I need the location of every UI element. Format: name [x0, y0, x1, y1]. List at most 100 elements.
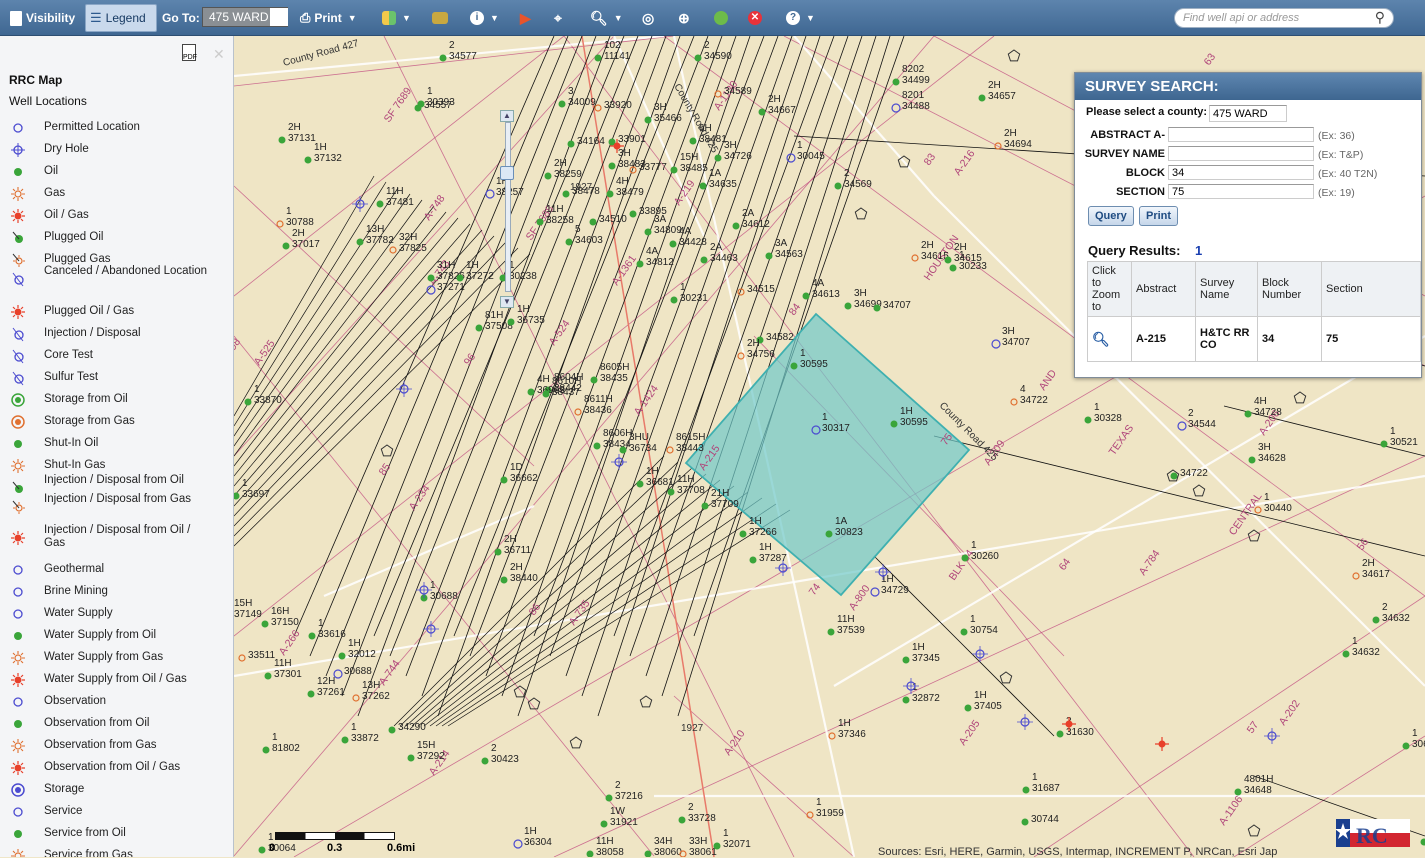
pdf-icon[interactable]: PDF	[182, 44, 196, 61]
survey-name-input[interactable]	[1168, 146, 1314, 161]
well-label-line: 34488	[902, 101, 930, 112]
locate-button[interactable]: ⊕	[674, 4, 694, 32]
basemap-button[interactable]: ▼	[378, 4, 415, 32]
print-button[interactable]: ⎙ Print ▼	[296, 4, 361, 32]
well-label-line: 30317	[822, 423, 850, 434]
well-label: 181802	[272, 732, 300, 754]
zoom-out-icon[interactable]: ▼	[500, 296, 514, 308]
oil-well-marker	[637, 261, 644, 268]
section-input[interactable]	[1168, 184, 1314, 199]
legend-item: Water Supply	[0, 606, 234, 622]
gas-well-marker	[390, 247, 396, 253]
well-label-line: 2A	[742, 208, 755, 219]
well-label-line: 34617	[1362, 569, 1390, 580]
well-label: 2H34694	[1004, 128, 1032, 150]
zoom-track[interactable]	[505, 122, 511, 292]
print-label: Print	[314, 11, 341, 25]
abstract-input[interactable]	[1168, 127, 1314, 142]
well-label-line: 34515	[747, 284, 775, 295]
full-extent-button[interactable]: ◎	[638, 4, 658, 32]
well-label: 133616	[318, 618, 346, 640]
zoom-to-cell[interactable]: 🔍︎	[1088, 317, 1132, 362]
well-label-line: 1D	[510, 462, 523, 473]
legend-item-label: Storage	[44, 783, 209, 796]
search-icon[interactable]: ⚲	[1375, 9, 1385, 26]
well-label-line: 11H	[386, 186, 404, 197]
legend-item-label: Service	[44, 805, 209, 818]
well-label: 33777	[639, 162, 667, 173]
block-input[interactable]	[1168, 165, 1314, 180]
legend-button[interactable]: ☰ Legend	[85, 4, 157, 32]
well-label-line: 2H	[1004, 128, 1017, 139]
oil-well-marker	[695, 55, 702, 62]
well-label-line: 37782	[366, 235, 394, 246]
survey-label: A-524	[547, 318, 573, 348]
oil-well-marker	[501, 477, 508, 484]
well-label-line: 13H	[366, 224, 384, 235]
zoom-slider[interactable]: ▲ ▼	[500, 110, 514, 306]
legend-item-label: Water Supply from Gas	[44, 651, 209, 664]
help-button[interactable]: ? ▼	[782, 4, 819, 32]
zoom-button[interactable]: 🔍︎ ▼	[586, 4, 627, 32]
survey-label: A-266	[277, 628, 303, 658]
oil-well-marker	[791, 363, 798, 370]
county-select[interactable]	[1209, 105, 1287, 122]
well-label-line: 34632	[1382, 613, 1410, 624]
well-label: 12H37261	[317, 676, 345, 698]
identify-button[interactable]: i ▼	[466, 4, 503, 32]
layers-button[interactable]	[428, 4, 452, 32]
oil-well-marker	[440, 55, 447, 62]
well-label-line: 38058	[596, 847, 624, 857]
goto-dropdown[interactable]	[270, 8, 288, 26]
landmark-pentagon-icon	[1000, 672, 1011, 683]
well-label-line: 37131	[288, 133, 316, 144]
oil-well-marker	[528, 389, 535, 396]
landmark-pentagon-icon	[1248, 530, 1259, 541]
col-zoom: Click to Zoom to	[1088, 262, 1132, 317]
well-label-line: 34756	[747, 349, 775, 360]
zoom-magnifier-icon[interactable]: 🔍︎	[1092, 331, 1110, 347]
survey-label: A-202	[1277, 698, 1303, 728]
well-label-line: 2A	[710, 242, 723, 253]
well-label: 133870	[254, 384, 282, 406]
play-button[interactable]: ▶	[516, 4, 535, 32]
legend-item-label: Geothermal	[44, 563, 209, 576]
oil-well-marker	[645, 229, 652, 236]
crosshair-button[interactable]: ⌖	[550, 4, 566, 32]
query-button[interactable]: Query	[1088, 206, 1134, 226]
well-label: 1D36662	[510, 462, 538, 484]
zoom-thumb[interactable]	[500, 166, 514, 180]
print-survey-button[interactable]: Print	[1139, 206, 1178, 226]
survey-line	[234, 36, 564, 296]
legend-symbol-icon	[9, 436, 27, 452]
legend-item-label: Water Supply	[44, 607, 209, 620]
oil-well-marker	[645, 117, 652, 124]
well-label-line: 4H	[1254, 396, 1267, 407]
well-label-line: 38479	[616, 187, 644, 198]
legend-item: Observation from Oil / Gas	[0, 760, 234, 776]
well-label-line: 34290	[398, 722, 426, 733]
legend-item-label: Observation from Gas	[44, 739, 209, 752]
well-search-input[interactable]: Find well api or address ⚲	[1174, 8, 1394, 28]
oil-well-marker	[1403, 743, 1410, 750]
visibility-button[interactable]: Visibility	[6, 4, 79, 32]
well-label-line: 34726	[724, 151, 752, 162]
clear-button[interactable]: ✕	[744, 4, 766, 32]
well-label-line: 30440	[1264, 503, 1292, 514]
oil-well-marker	[835, 183, 842, 190]
well-label-line: 1H	[466, 260, 479, 271]
well-label-line: 4A	[646, 246, 659, 257]
well-label-line: 33616	[318, 629, 346, 640]
close-icon[interactable]: ✕	[213, 46, 225, 63]
well-label: 13H37782	[366, 224, 394, 246]
zoom-in-icon[interactable]: ▲	[500, 110, 514, 122]
oil-well-marker	[714, 843, 721, 850]
well-label-line: 1	[971, 540, 977, 551]
well-label-line: 8605H	[600, 362, 629, 373]
well-label: 130260	[971, 540, 999, 562]
legend-item: Injection / Disposal	[0, 326, 234, 342]
well-label-line: 36662	[510, 473, 538, 484]
legend-symbol-icon	[9, 716, 27, 732]
globe-button[interactable]	[710, 4, 732, 32]
well-label-line: 34563	[775, 249, 803, 260]
